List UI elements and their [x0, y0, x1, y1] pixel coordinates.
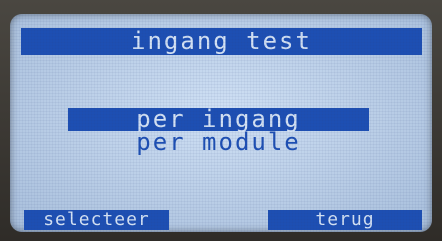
screen-title: ingang test	[21, 28, 422, 55]
selecteer-softkey[interactable]: selecteer	[24, 210, 169, 230]
device-housing: ingang test per ingang per module select…	[0, 0, 442, 241]
terug-softkey[interactable]: terug	[268, 210, 422, 230]
menu-item-per-module[interactable]: per module	[68, 130, 369, 154]
lcd-screen: ingang test per ingang per module select…	[10, 14, 432, 232]
